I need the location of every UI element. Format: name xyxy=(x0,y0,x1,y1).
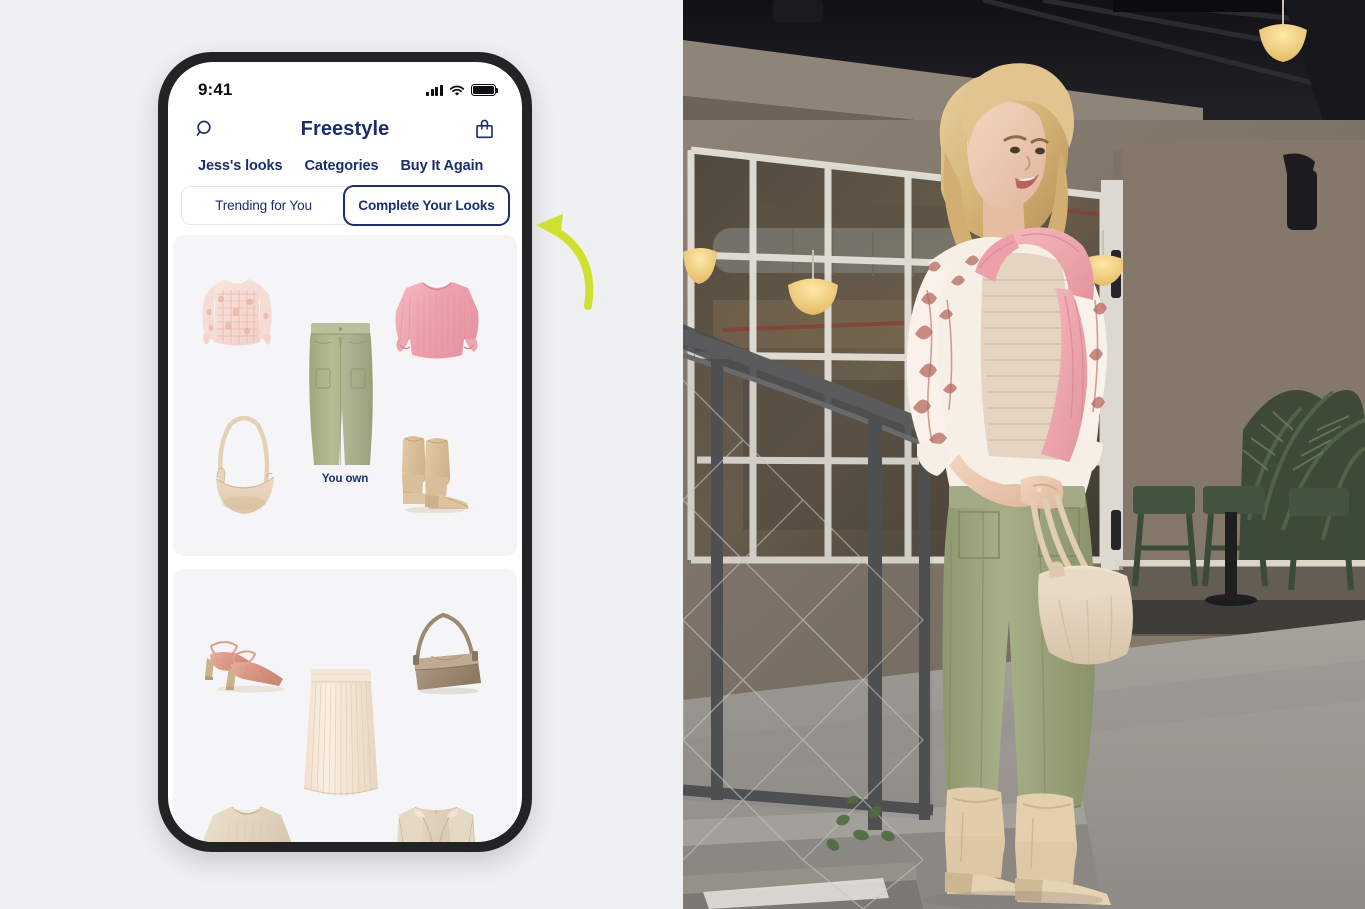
product-cream-sleeveless-vest[interactable] xyxy=(389,797,483,842)
status-time: 9:41 xyxy=(198,80,233,99)
product-taupe-flap-shoulder-bag[interactable] xyxy=(401,607,489,703)
shopping-bag-icon[interactable] xyxy=(470,114,500,144)
product-pink-floral-smocked-top[interactable] xyxy=(187,268,287,373)
screenshot-stage: 9:41 Freestyle Jess's looks Categories B… xyxy=(0,0,1365,909)
nav-tabs: Jess's looks Categories Buy It Again xyxy=(168,156,522,187)
page-title: Freestyle xyxy=(300,117,390,140)
tab-buy-it-again[interactable]: Buy It Again xyxy=(400,158,483,174)
product-tan-ankle-boots[interactable] xyxy=(391,425,483,514)
outfit-card-list: You own xyxy=(168,235,522,842)
app-header: Freestyle xyxy=(168,108,522,156)
you-own-label: You own xyxy=(321,473,369,485)
model-lifestyle-photo xyxy=(683,0,1365,909)
product-pink-ribbed-sweater[interactable] xyxy=(392,273,482,368)
phone-mockup: 9:41 Freestyle Jess's looks Categories B… xyxy=(158,52,532,852)
phone-screen: 9:41 Freestyle Jess's looks Categories B… xyxy=(168,62,522,842)
segmented-control: Trending for You Complete Your Looks xyxy=(182,187,508,224)
product-cream-pleated-midi-skirt[interactable] xyxy=(286,664,396,809)
search-icon[interactable] xyxy=(190,114,220,144)
cellular-signal-icon xyxy=(426,84,443,96)
segment-trending-for-you[interactable]: Trending for You xyxy=(182,187,345,224)
battery-full-icon xyxy=(471,83,499,97)
outfit-card[interactable]: You own xyxy=(173,235,517,556)
product-pink-snakeskin-slingback-heels[interactable] xyxy=(193,632,293,700)
segment-complete-your-looks[interactable]: Complete Your Looks xyxy=(345,187,508,224)
status-icons xyxy=(426,83,499,97)
left-panel: 9:41 Freestyle Jess's looks Categories B… xyxy=(0,0,683,909)
tab-jess-looks[interactable]: Jess's looks xyxy=(198,158,283,174)
product-tan-crescent-shoulder-bag[interactable] xyxy=(204,411,284,521)
product-cream-knit-sweater[interactable] xyxy=(201,797,293,842)
wifi-icon xyxy=(449,84,465,96)
product-olive-cargo-pants[interactable] xyxy=(298,317,383,472)
outfit-card[interactable] xyxy=(173,569,517,842)
status-bar: 9:41 xyxy=(168,62,522,108)
tab-categories[interactable]: Categories xyxy=(304,158,378,174)
